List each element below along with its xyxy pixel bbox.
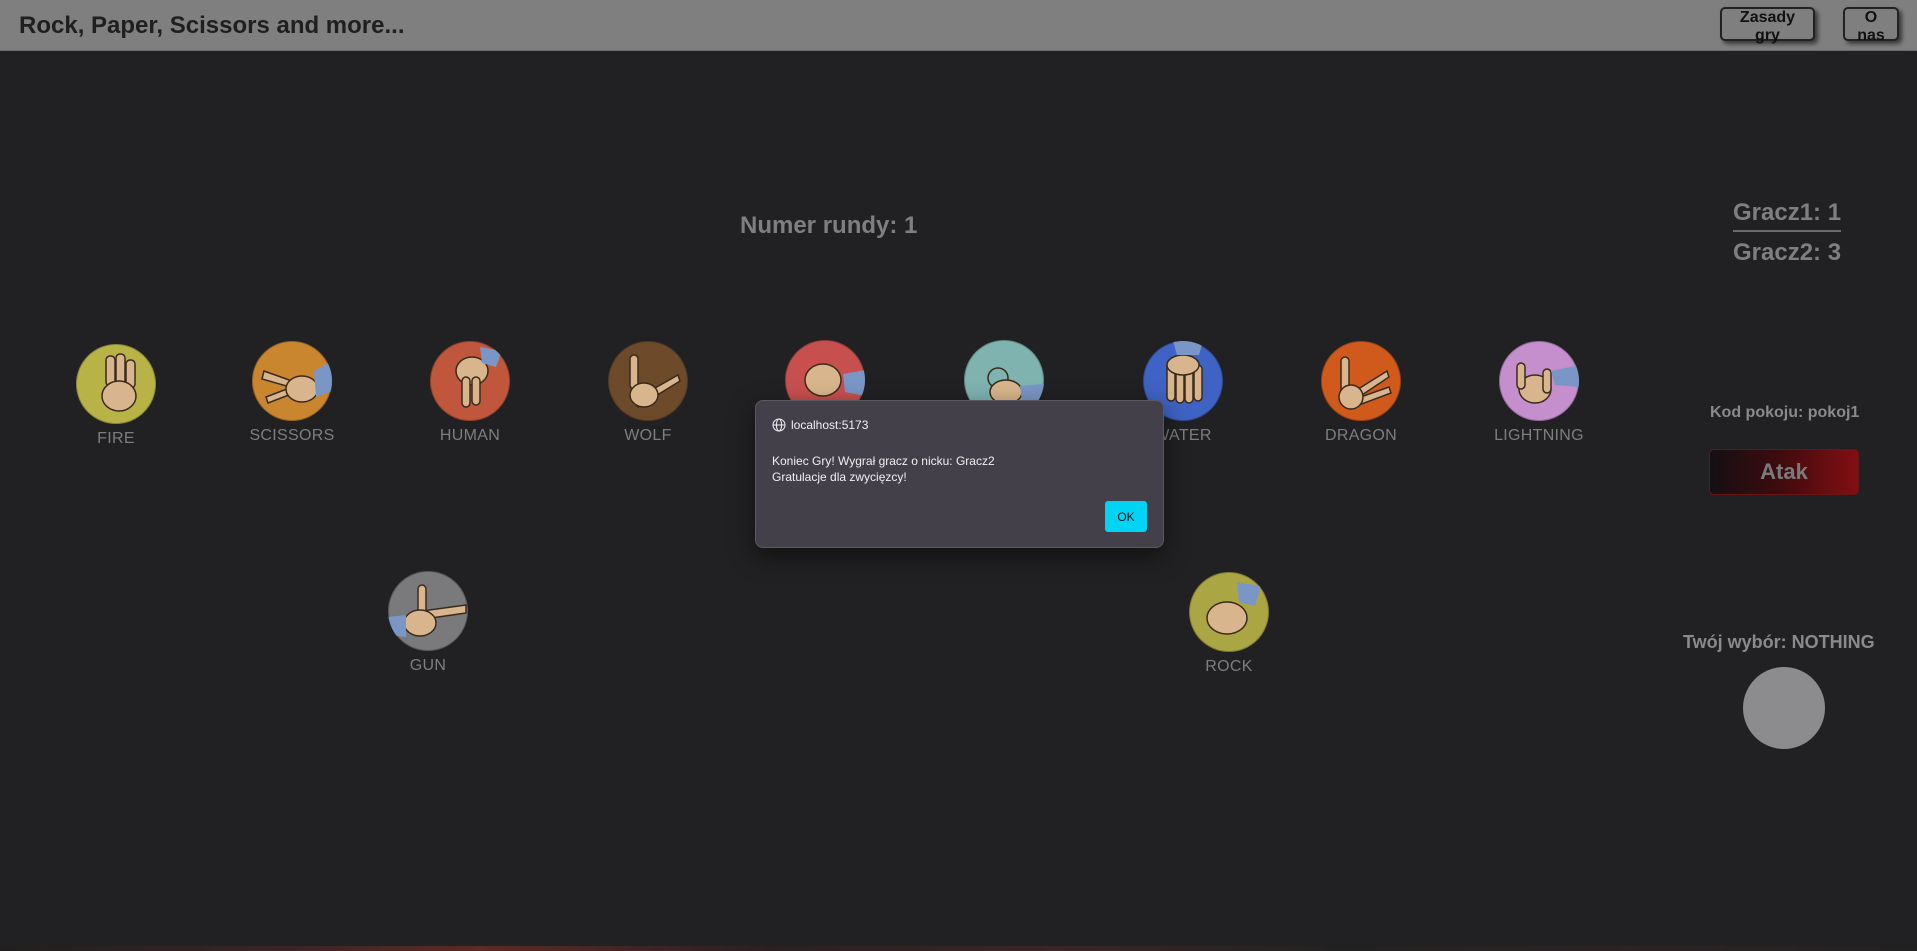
wolf-hand-icon — [608, 341, 688, 421]
bottom-strip — [0, 946, 1917, 951]
your-choice-label: Twój wybór: NOTHING — [1683, 632, 1875, 652]
fire-hand-icon — [76, 344, 156, 424]
round-number: Numer rundy: 1 — [740, 212, 918, 239]
gesture-label: LIGHTNING — [1494, 427, 1584, 444]
gesture-label: HUMAN — [439, 427, 501, 444]
scissors-hand-icon — [252, 341, 332, 421]
dialog-origin: localhost:5173 — [772, 418, 868, 432]
gun-hand-icon — [388, 571, 468, 651]
gesture-gun[interactable]: GUN — [368, 571, 488, 675]
gesture-label: WOLF — [624, 427, 672, 444]
gesture-label: ROCK — [1205, 658, 1253, 675]
your-choice-slot — [1743, 667, 1825, 749]
gesture-label: GUN — [409, 657, 447, 674]
ok-button[interactable]: OK — [1105, 501, 1147, 532]
human-hand-icon — [430, 341, 510, 421]
gesture-label: DRAGON — [1324, 427, 1398, 444]
app-title: Rock, Paper, Scissors and more... — [19, 12, 405, 39]
gesture-scissors[interactable]: SCISSORS — [232, 341, 352, 445]
room-code: Kod pokoju: pokoj1 — [1710, 404, 1860, 421]
rock-fist-icon — [1189, 572, 1269, 652]
dialog-message: Koniec Gry! Wygrał gracz o nicku: Gracz2… — [772, 454, 995, 484]
gesture-wolf[interactable]: WOLF — [588, 341, 708, 445]
rules-button[interactable]: Zasady gry — [1720, 7, 1815, 44]
gesture-dragon[interactable]: DRAGON — [1301, 341, 1421, 445]
attack-button[interactable]: Atak — [1709, 449, 1859, 495]
dragon-hand-icon — [1321, 341, 1401, 421]
alert-dialog: localhost:5173 Koniec Gry! Wygrał gracz … — [755, 400, 1164, 548]
score-player1: Gracz1: 1 — [1733, 199, 1842, 232]
gesture-fire[interactable]: FIRE — [56, 344, 176, 448]
dialog-origin-text: localhost:5173 — [791, 418, 869, 432]
score-player2: Gracz2: 3 — [1733, 239, 1842, 266]
globe-icon — [772, 418, 786, 432]
gesture-label: FIRE — [97, 430, 135, 447]
gesture-lightning[interactable]: LIGHTNING — [1479, 341, 1599, 445]
top-bar: Rock, Paper, Scissors and more... Zasady… — [0, 0, 1917, 51]
gesture-label: SCISSORS — [249, 427, 335, 444]
lightning-hand-icon — [1499, 341, 1579, 421]
gesture-rock[interactable]: ROCK — [1169, 572, 1289, 676]
about-button[interactable]: O nas — [1843, 7, 1899, 44]
gesture-human[interactable]: HUMAN — [410, 341, 530, 445]
